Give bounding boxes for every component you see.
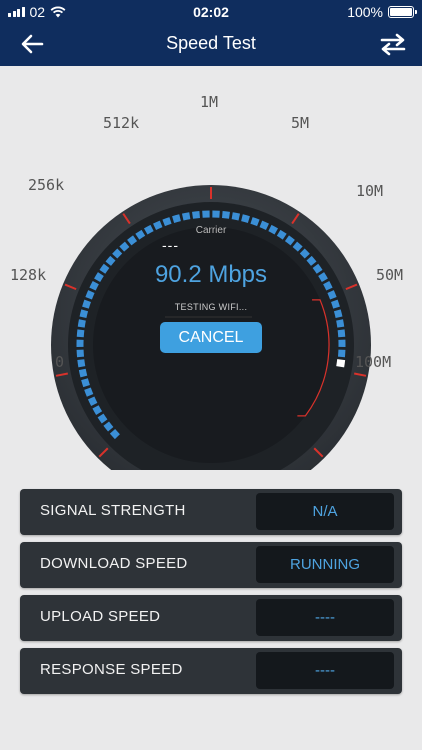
battery-icon xyxy=(388,6,417,18)
metric-row-response-speed: RESPONSE SPEED ---- xyxy=(20,648,402,694)
gauge-progress-segment xyxy=(162,217,172,227)
gauge-progress-segment xyxy=(77,359,86,368)
scale-label-0: 0 xyxy=(55,353,65,371)
gauge-progress-segment xyxy=(299,248,310,259)
metric-row-download-speed: DOWNLOAD SPEED RUNNING xyxy=(20,542,402,588)
scale-label-10m: 10M xyxy=(356,182,384,200)
speed-readout: 90.2 Mbps xyxy=(154,261,268,288)
gauge-progress-segment xyxy=(119,241,130,252)
metric-value: ---- xyxy=(256,652,394,689)
top-bar: 02 02:02 100% Speed Test xyxy=(0,0,422,66)
nav-bar: Speed Test xyxy=(0,24,422,66)
gauge-progress-segment xyxy=(77,319,86,328)
page-title: Speed Test xyxy=(166,33,256,53)
scale-label-1m: 1M xyxy=(200,93,219,111)
scale-label-256k: 256k xyxy=(28,176,65,194)
gauge-progress-segment xyxy=(337,329,346,338)
testing-status: TESTING WIFI... xyxy=(174,302,248,312)
gauge-progress-segment xyxy=(97,413,108,424)
gauge-progress-segment xyxy=(87,396,98,407)
battery-percent: 100% xyxy=(347,4,383,20)
scale-label-5m: 5M xyxy=(291,114,310,132)
gauge-progress-segment xyxy=(192,211,201,219)
gauge-progress-segment xyxy=(84,387,94,397)
gauge-progress-segment xyxy=(76,329,85,338)
scale-label-512k: 512k xyxy=(103,114,140,132)
gauge-progress-segment xyxy=(336,319,345,328)
metric-label: DOWNLOAD SPEED xyxy=(40,555,188,572)
metric-row-signal-strength: SIGNAL STRENGTH N/A xyxy=(20,489,402,535)
carrier-value: --- xyxy=(162,237,179,253)
carrier-label: Carrier xyxy=(195,225,227,236)
metric-value: N/A xyxy=(256,493,394,530)
metric-value: RUNNING xyxy=(256,546,394,583)
status-bar: 02 02:02 100% xyxy=(0,0,422,24)
gauge-progress-segment xyxy=(81,378,90,388)
gauge-progress-segment xyxy=(92,405,103,415)
gauge-progress-segment xyxy=(241,214,250,223)
gauge-needle-marker xyxy=(336,359,346,368)
gauge-progress-segment xyxy=(231,212,241,221)
metric-label: SIGNAL STRENGTH xyxy=(40,502,186,519)
metrics-list: SIGNAL STRENGTH N/A DOWNLOAD SPEED RUNNI… xyxy=(20,489,402,701)
metric-label: RESPONSE SPEED xyxy=(40,661,183,678)
gauge-progress-segment xyxy=(112,248,123,259)
gauge-progress-segment xyxy=(292,241,303,252)
gauge-progress-segment xyxy=(85,290,95,300)
cancel-button[interactable]: CANCEL xyxy=(160,322,262,353)
gauge-progress-segment xyxy=(109,429,120,440)
gauge-progress-segment xyxy=(284,235,295,246)
gauge-progress-segment xyxy=(78,368,88,378)
metric-value: ---- xyxy=(256,599,394,636)
gauge-progress-segment xyxy=(172,214,181,223)
metric-label: UPLOAD SPEED xyxy=(40,608,161,625)
metric-row-upload-speed: UPLOAD SPEED ---- xyxy=(20,595,402,641)
gauge-progress-segment xyxy=(181,212,191,221)
gauge-progress-segment xyxy=(221,211,230,219)
swap-arrows-icon[interactable] xyxy=(378,30,408,58)
gauge-progress-segment xyxy=(250,217,260,227)
gauge-progress-segment xyxy=(127,235,138,246)
gauge-progress-segment xyxy=(327,290,337,300)
scale-label-100m: 100M xyxy=(355,353,392,371)
gauge-progress-segment xyxy=(103,421,114,432)
